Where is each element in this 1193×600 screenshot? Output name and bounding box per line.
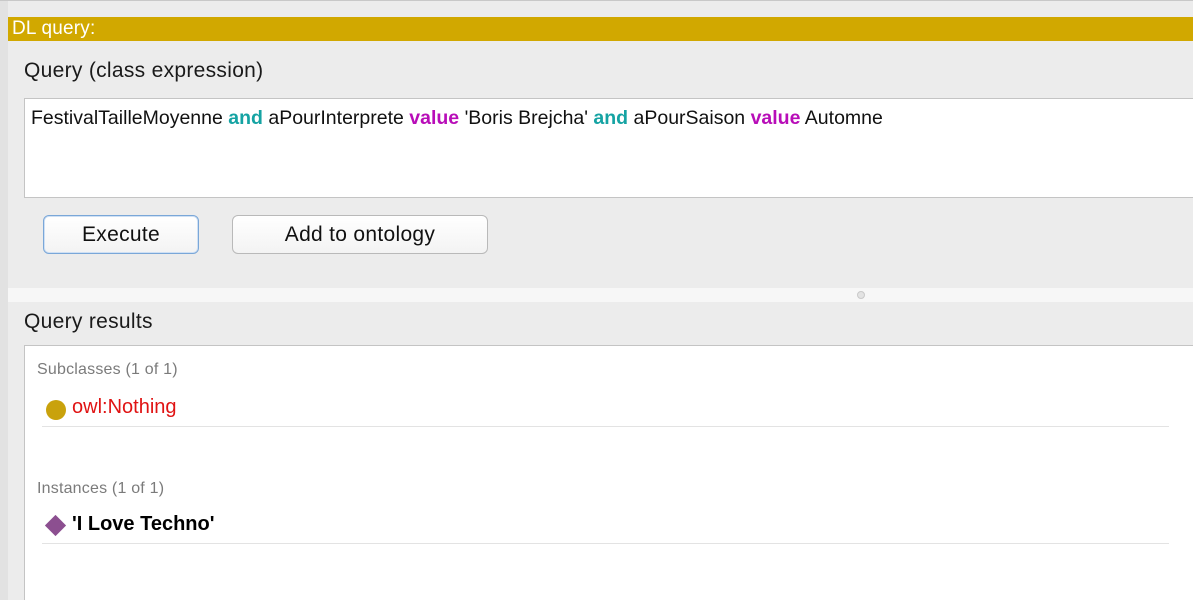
query-results-list	[24, 345, 1193, 600]
class-circle-icon	[46, 400, 66, 420]
instances-group-header: Instances (1 of 1)	[37, 480, 165, 497]
query-keyword-and: and	[593, 107, 629, 129]
results-section-label: Query results	[24, 310, 153, 333]
split-pane-divider[interactable]	[8, 288, 1193, 302]
list-item-subclass[interactable]: owl:Nothing	[42, 393, 1169, 427]
query-section-label: Query (class expression)	[24, 59, 264, 82]
query-keyword-and: and	[228, 107, 263, 129]
query-token: Automne	[800, 107, 883, 129]
query-token: aPourSaison	[628, 107, 751, 129]
query-keyword-value: value	[750, 107, 801, 129]
add-to-ontology-button[interactable]: Add to ontology	[232, 215, 488, 254]
individual-diamond-icon	[44, 514, 67, 537]
query-token: FestivalTailleMoyenne	[31, 107, 229, 129]
panel-left-edge	[0, 1, 8, 600]
execute-button[interactable]: Execute	[43, 215, 199, 254]
query-token: 'Boris Brejcha'	[459, 107, 594, 129]
query-token: aPourInterprete	[262, 107, 410, 129]
instance-label: 'I Love Techno'	[72, 513, 215, 535]
subclass-label: owl:Nothing	[72, 396, 177, 418]
divider-handle-icon[interactable]	[857, 291, 865, 299]
subclasses-group-header: Subclasses (1 of 1)	[37, 361, 178, 378]
query-expression-editor[interactable]: FestivalTailleMoyenne and aPourInterpret…	[24, 98, 1193, 198]
list-item-instance[interactable]: 'I Love Techno'	[42, 510, 1169, 544]
dl-query-panel: DL query: Query (class expression) Festi…	[0, 0, 1193, 600]
query-keyword-value: value	[409, 107, 460, 129]
panel-title-bar: DL query:	[8, 17, 1193, 41]
